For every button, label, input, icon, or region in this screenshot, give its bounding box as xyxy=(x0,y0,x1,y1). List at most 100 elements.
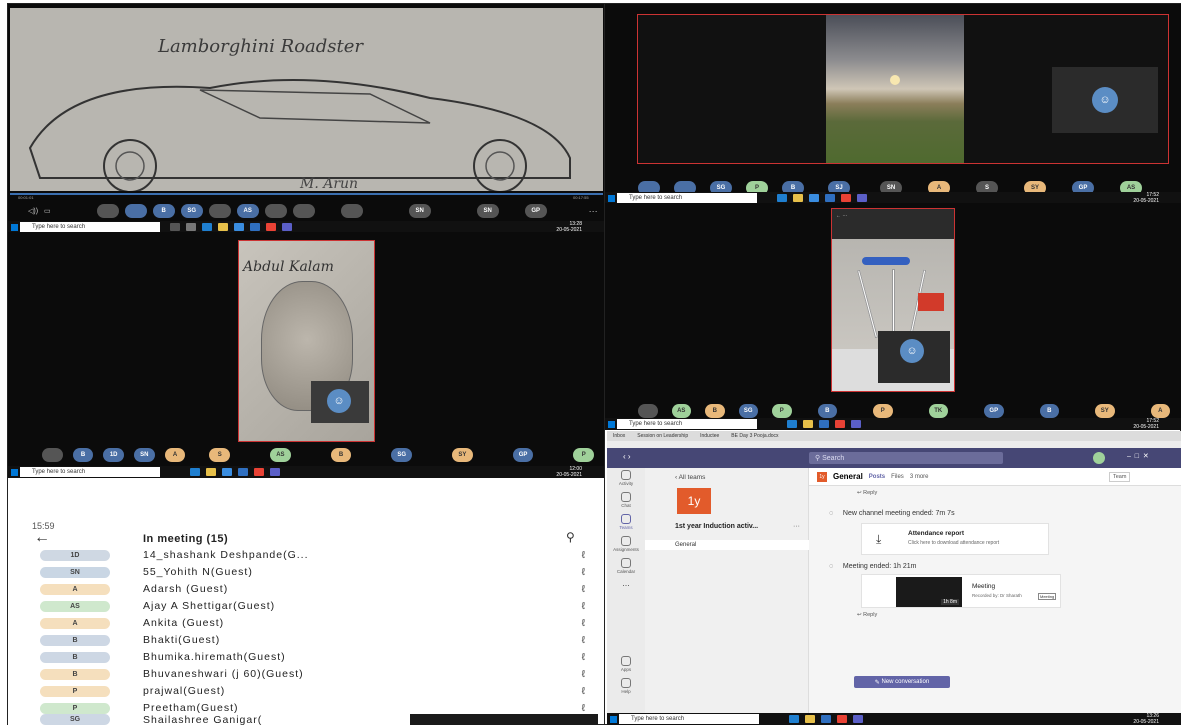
shared-video-lamborghini[interactable]: Lamborghini Roadster M. Arun xyxy=(10,8,603,191)
floating-video-tile[interactable] xyxy=(410,714,598,725)
edge-icon[interactable] xyxy=(202,223,212,231)
participant-avatar[interactable] xyxy=(340,204,363,218)
participant-avatar[interactable]: SG xyxy=(738,404,758,418)
windows-start-icon[interactable] xyxy=(11,469,18,476)
participant-avatar[interactable]: GP xyxy=(984,404,1004,418)
folder-icon[interactable] xyxy=(218,223,228,231)
rail-activity[interactable]: Activity xyxy=(611,470,641,486)
participant-avatar[interactable]: GP xyxy=(524,204,547,218)
rail-more[interactable]: ... xyxy=(611,578,641,588)
participant-avatar[interactable] xyxy=(124,204,147,218)
participant-avatar[interactable]: A xyxy=(1150,404,1170,418)
shared-video-sunset[interactable]: ☺ xyxy=(637,14,1169,164)
participant-avatar[interactable] xyxy=(264,204,287,218)
teams-icon[interactable] xyxy=(270,468,280,476)
teams-icon[interactable] xyxy=(853,715,863,723)
self-video-tile[interactable]: ☺ xyxy=(1052,67,1158,133)
browser-tab[interactable]: Session on Leadership xyxy=(637,433,688,439)
windows-start-icon[interactable] xyxy=(608,195,615,202)
taskbar-search-input[interactable]: Type here to search xyxy=(20,222,160,232)
participant-avatar[interactable]: GP xyxy=(512,448,534,462)
mail-icon[interactable] xyxy=(238,468,248,476)
edge-icon[interactable] xyxy=(789,715,799,723)
chrome-icon[interactable] xyxy=(841,194,851,202)
shared-video-kalam-sketch[interactable]: Abdul Kalam ☺ xyxy=(238,240,375,442)
volume-icon[interactable]: ◁)) xyxy=(28,207,38,215)
list-item[interactable]: AS Ajay A Shettigar(Guest) ℓ xyxy=(40,597,585,615)
rail-apps[interactable]: Apps xyxy=(611,656,641,672)
participant-avatar[interactable]: P xyxy=(873,404,893,418)
participant-avatar[interactable]: B xyxy=(330,448,352,462)
rail-calendar[interactable]: Calendar xyxy=(611,558,641,574)
chrome-icon[interactable] xyxy=(837,715,847,723)
browser-address-bar[interactable] xyxy=(607,441,1181,448)
participant-avatar[interactable]: P xyxy=(772,404,792,418)
participant-avatar[interactable]: B xyxy=(705,404,725,418)
mail-icon[interactable] xyxy=(250,223,260,231)
participant-avatar[interactable]: 1D xyxy=(103,448,125,462)
taskbar-search-input[interactable]: Type here to search xyxy=(619,714,759,724)
participant-avatar[interactable]: SG xyxy=(180,204,203,218)
participant-avatar[interactable] xyxy=(208,204,231,218)
mail-icon[interactable] xyxy=(819,420,829,428)
rail-teams[interactable]: Teams xyxy=(611,514,641,530)
back-arrow-icon[interactable]: ← xyxy=(34,529,50,547)
edge-icon[interactable] xyxy=(190,468,200,476)
participant-avatar[interactable]: S xyxy=(209,448,231,462)
participant-avatar[interactable]: B xyxy=(1039,404,1059,418)
rail-help[interactable]: Help xyxy=(611,678,641,694)
list-item[interactable]: A Ankita (Guest) ℓ xyxy=(40,614,585,632)
participant-avatar[interactable]: B xyxy=(817,404,837,418)
list-item[interactable]: B Bhuvaneshwari (j 60)(Guest) ℓ xyxy=(40,665,585,683)
cortana-icon[interactable] xyxy=(170,223,180,231)
new-conversation-button[interactable]: ✎ New conversation xyxy=(854,676,950,688)
edge-icon[interactable] xyxy=(777,194,787,202)
taskbar-search-input[interactable]: Type here to search xyxy=(20,467,160,477)
self-video-tile[interactable]: ☺ xyxy=(878,331,950,383)
meeting-recording-card[interactable]: 1h 8m Meeting Recorded by: Dr Sharath Me… xyxy=(861,574,1061,608)
search-icon[interactable]: ⚲ xyxy=(566,530,575,544)
list-item[interactable]: A Adarsh (Guest) ℓ xyxy=(40,580,585,598)
all-teams-link[interactable]: ‹ All teams xyxy=(675,474,705,481)
browser-tab[interactable]: BE Day 3 Pooja.docx xyxy=(731,433,778,439)
teams-icon[interactable] xyxy=(282,223,292,231)
participant-avatar[interactable]: SN xyxy=(408,204,431,218)
participant-avatar[interactable]: P xyxy=(573,448,595,462)
edge-icon[interactable] xyxy=(787,420,797,428)
reply-link[interactable]: ↩ Reply xyxy=(857,612,877,618)
window-controls[interactable]: – □ ✕ xyxy=(1127,452,1149,460)
team-button[interactable]: Team xyxy=(1109,471,1131,482)
participant-avatar[interactable]: AS xyxy=(236,204,259,218)
mail-icon[interactable] xyxy=(821,715,831,723)
teams-icon[interactable] xyxy=(851,420,861,428)
store-icon[interactable] xyxy=(809,194,819,202)
list-item[interactable]: B Bhakti(Guest) ℓ xyxy=(40,631,585,649)
chrome-icon[interactable] xyxy=(254,468,264,476)
participant-avatar[interactable]: SN xyxy=(476,204,499,218)
participant-avatar[interactable]: SG xyxy=(391,448,413,462)
self-video-tile[interactable]: ☺ xyxy=(311,381,369,423)
screen-icon[interactable]: ▭ xyxy=(44,207,51,215)
taskbar-search-input[interactable]: Type here to search xyxy=(617,419,757,429)
tab-posts[interactable]: Posts xyxy=(869,474,885,480)
list-item[interactable]: B Bhumika.hiremath(Guest) ℓ xyxy=(40,648,585,666)
windows-start-icon[interactable] xyxy=(11,224,18,231)
task-view-icon[interactable] xyxy=(186,223,196,231)
teams-icon[interactable] xyxy=(857,194,867,202)
rail-chat[interactable]: Chat xyxy=(611,492,641,508)
user-avatar[interactable] xyxy=(1093,452,1105,464)
participant-avatar[interactable]: SY xyxy=(452,448,473,462)
chrome-icon[interactable] xyxy=(835,420,845,428)
shared-video-phone[interactable]: ← ··· ☺ xyxy=(831,208,955,392)
participant-avatar[interactable]: A xyxy=(164,448,186,462)
folder-icon[interactable] xyxy=(206,468,216,476)
back-arrow-icon[interactable]: ‹ › xyxy=(623,452,631,461)
participant-avatar[interactable] xyxy=(638,404,658,418)
browser-tab[interactable]: Inbox xyxy=(613,433,625,439)
tab-files[interactable]: Files xyxy=(891,474,904,480)
list-item[interactable]: SN 55_Yohith N(Guest) ℓ xyxy=(40,563,585,581)
folder-icon[interactable] xyxy=(793,194,803,202)
list-item[interactable]: 1D 14_shashank Deshpande(G... ℓ xyxy=(40,546,585,564)
participant-avatar[interactable] xyxy=(96,204,119,218)
rail-assignments[interactable]: Assignments xyxy=(611,536,641,552)
